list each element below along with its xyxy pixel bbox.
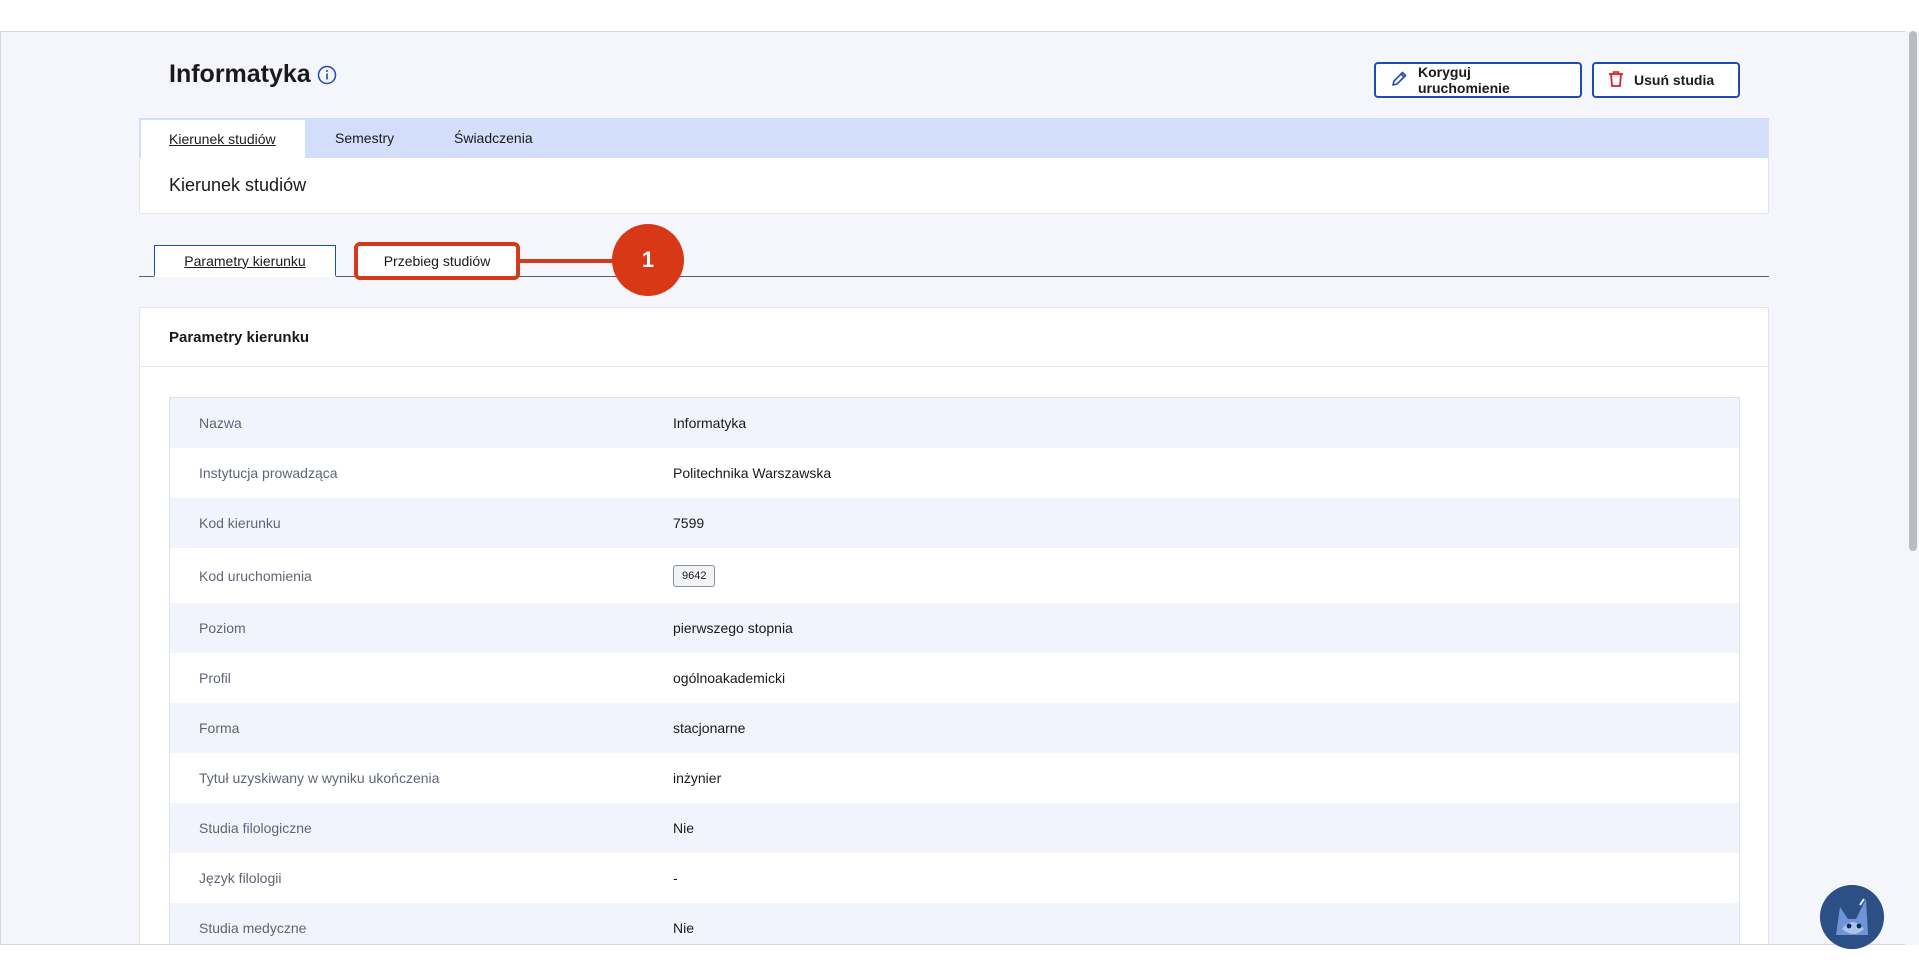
row-label: Poziom (199, 620, 246, 636)
fox-mascot-icon (1820, 885, 1884, 949)
page-header: Informatyka (169, 60, 337, 89)
trash-icon (1608, 70, 1624, 91)
table-row: Studia filologiczne Nie (170, 803, 1739, 853)
correct-launch-button[interactable]: Koryguj uruchomienie (1374, 62, 1582, 98)
table-row: Nazwa Informatyka (170, 398, 1739, 448)
subtab-parameters[interactable]: Parametry kierunku (154, 245, 336, 277)
pencil-icon (1390, 70, 1408, 91)
row-label: Instytucja prowadząca (199, 465, 338, 481)
section-header: Kierunek studiów (139, 158, 1769, 214)
table-row: Instytucja prowadząca Politechnika Warsz… (170, 448, 1739, 498)
delete-studies-label: Usuń studia (1634, 72, 1715, 88)
callout-connector (520, 259, 614, 263)
row-value: Politechnika Warszawska (673, 465, 832, 481)
row-value: - (673, 870, 678, 886)
table-row: Profil ogólnoakademicki (170, 653, 1739, 703)
page-title: Informatyka (169, 60, 311, 88)
table-row: Kod uruchomienia 9642 (170, 548, 1739, 603)
row-label: Język filologii (199, 870, 282, 886)
callout-badge: 1 (612, 224, 684, 296)
row-label: Studia medyczne (199, 920, 307, 936)
row-value: stacjonarne (673, 720, 746, 736)
parameters-table: Nazwa Informatyka Instytucja prowadząca … (169, 397, 1740, 944)
table-row: Studia medyczne Nie (170, 903, 1739, 944)
table-row: Język filologii - (170, 853, 1739, 903)
row-value: Nie (673, 820, 695, 836)
row-label: Kod kierunku (199, 515, 281, 531)
tab-benefits[interactable]: Świadczenia (454, 118, 533, 158)
row-label: Tytuł uzyskiwany w wyniku ukończenia (199, 770, 440, 786)
page-viewport: Informatyka Koryguj uruchomienie Usuń st… (0, 31, 1919, 945)
table-row: Tytuł uzyskiwany w wyniku ukończenia inż… (170, 753, 1739, 803)
row-value: ogólnoakademicki (673, 670, 786, 686)
row-label: Forma (199, 720, 240, 736)
table-row: Poziom pierwszego stopnia (170, 603, 1739, 653)
delete-studies-button[interactable]: Usuń studia (1592, 62, 1740, 98)
main-tabs: Kierunek studiów Semestry Świadczenia (139, 118, 1769, 158)
row-value: Informatyka (673, 415, 747, 431)
scrollbar-thumb[interactable] (1909, 31, 1917, 551)
parameters-card: Parametry kierunku Nazwa Informatyka Ins… (139, 307, 1769, 944)
row-value: 7599 (673, 515, 705, 531)
row-label: Nazwa (199, 415, 242, 431)
row-label: Studia filologiczne (199, 820, 312, 836)
assistant-avatar[interactable] (1820, 885, 1884, 949)
section-title: Kierunek studiów (169, 175, 307, 195)
row-label: Kod uruchomienia (199, 567, 312, 584)
sub-tabs: Parametry kierunku Przebieg studiów (139, 237, 1769, 280)
tab-semesters[interactable]: Semestry (335, 118, 394, 158)
row-value: inżynier (673, 770, 722, 786)
row-value: 9642 (673, 564, 716, 587)
correct-launch-label: Koryguj uruchomienie (1418, 64, 1510, 96)
table-row: Kod kierunku 7599 (170, 498, 1739, 548)
row-value: Nie (673, 920, 695, 936)
row-label: Profil (199, 670, 231, 686)
card-title: Parametry kierunku (140, 308, 1768, 367)
row-value: pierwszego stopnia (673, 620, 793, 636)
table-row: Forma stacjonarne (170, 703, 1739, 753)
launch-code-chip[interactable]: 9642 (673, 564, 716, 587)
info-icon[interactable] (317, 65, 337, 85)
tab-field-of-study[interactable]: Kierunek studiów (141, 120, 305, 158)
subtab-study-progress[interactable]: Przebieg studiów (354, 242, 520, 280)
